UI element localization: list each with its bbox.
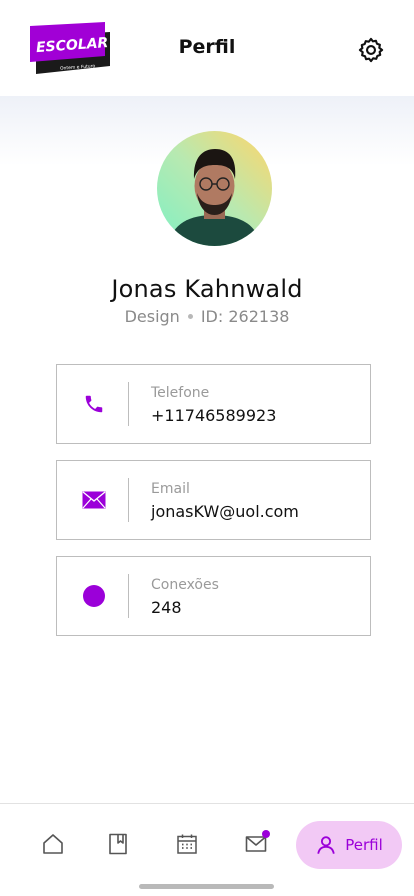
phone-card[interactable]: Telefone +11746589923	[56, 364, 371, 444]
profile-id: ID: 262138	[200, 307, 290, 326]
card-divider	[128, 574, 129, 618]
avatar	[157, 131, 272, 246]
nav-profile-tab[interactable]: Perfil	[296, 821, 402, 869]
page-title: Perfil	[178, 36, 236, 58]
separator-dot	[187, 314, 193, 319]
bookmark-icon[interactable]	[106, 832, 130, 856]
home-indicator	[139, 884, 274, 889]
connections-card[interactable]: Conexões 248	[56, 556, 371, 636]
gear-icon[interactable]	[357, 36, 385, 64]
mail-icon	[79, 485, 109, 515]
calendar-icon[interactable]	[175, 832, 199, 856]
profile-meta: Design ID: 262138	[0, 307, 414, 326]
profile-name: Jonas Kahnwald	[111, 275, 303, 303]
bottom-nav: Perfil	[0, 803, 414, 896]
user-icon	[317, 836, 335, 854]
email-value: jonasKW@uol.com	[151, 502, 299, 521]
phone-icon	[79, 389, 109, 419]
card-divider	[128, 478, 129, 522]
circle-icon	[79, 581, 109, 611]
phone-label: Telefone	[151, 385, 210, 401]
email-card[interactable]: Email jonasKW@uol.com	[56, 460, 371, 540]
connections-value: 248	[151, 598, 182, 617]
nav-profile-label: Perfil	[345, 836, 383, 854]
notification-dot	[262, 830, 270, 838]
header: ESCOLAR Ontem e Futuro Perfil	[0, 0, 414, 96]
connections-label: Conexões	[151, 577, 219, 593]
home-icon[interactable]	[41, 832, 65, 856]
card-divider	[128, 382, 129, 426]
email-label: Email	[151, 481, 190, 497]
phone-value: +11746589923	[151, 406, 277, 425]
profile-department: Design	[124, 307, 180, 326]
